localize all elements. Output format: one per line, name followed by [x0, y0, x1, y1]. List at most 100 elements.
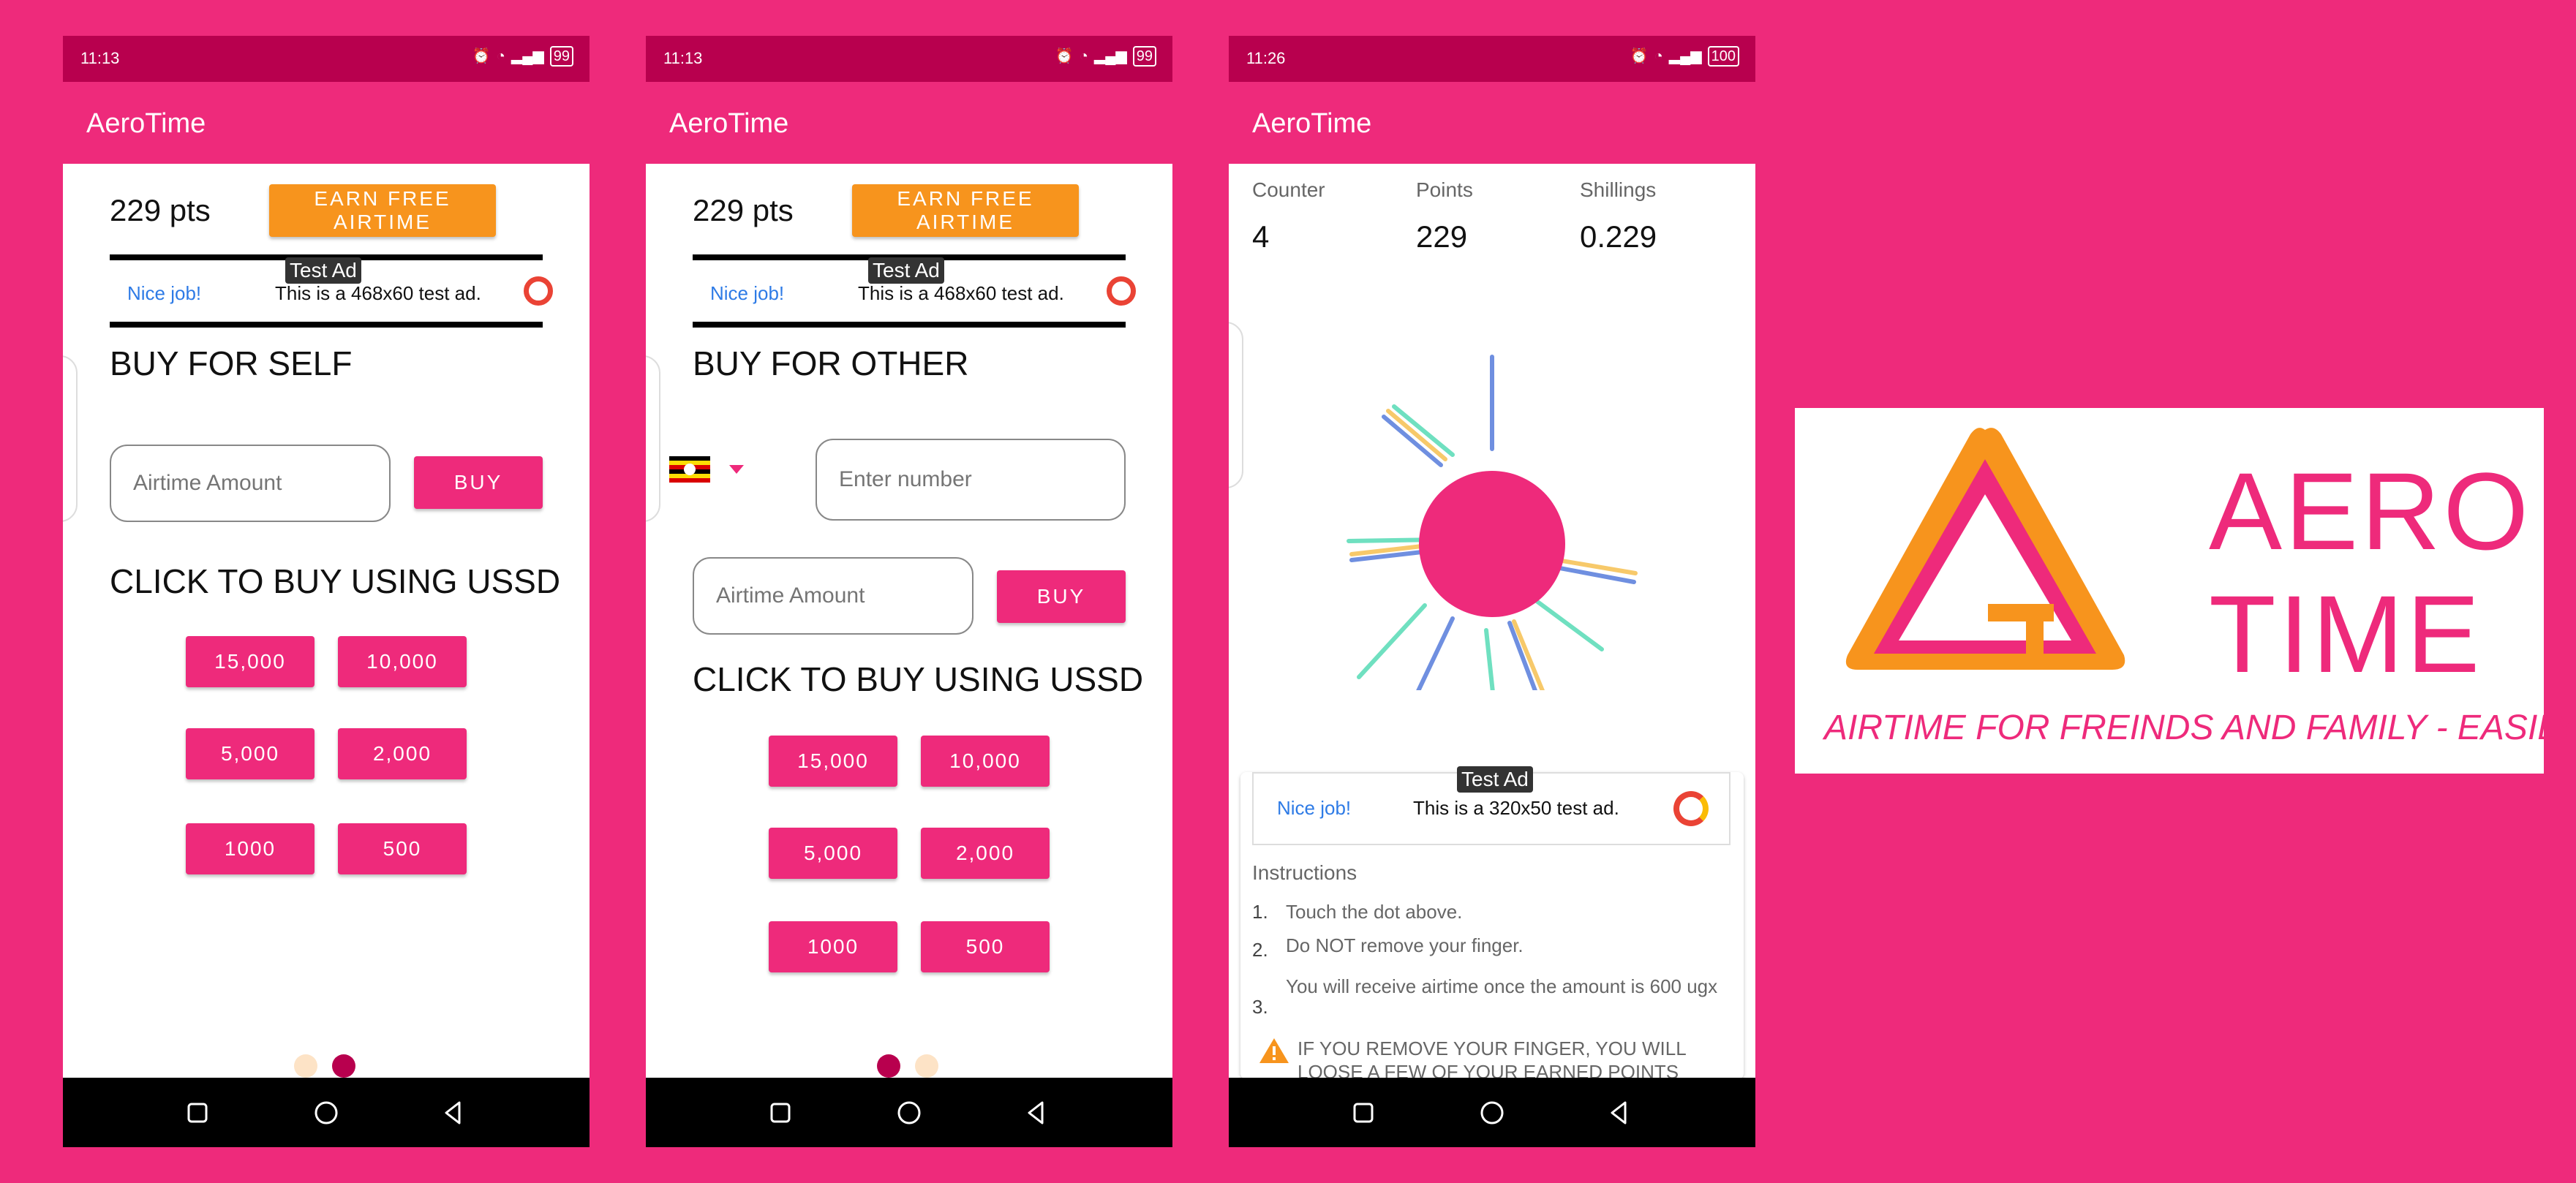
airtime-amount-input[interactable] [693, 557, 973, 635]
warning-text: IF YOU REMOVE YOUR FINGER, YOU WILL LOOS… [1298, 1038, 1686, 1083]
navigation-bar [646, 1078, 1172, 1147]
warning-icon [1259, 1038, 1289, 1063]
status-time: 11:26 [1246, 49, 1286, 67]
phone-screen-earn-points: 11:26 ⏰ ◔ ▂▄▆ 100 AeroTime Counter 4 Poi… [1229, 36, 1755, 1147]
recents-icon[interactable] [1350, 1100, 1376, 1126]
touch-dot-area[interactable] [1287, 295, 1697, 690]
page-edge-peek [646, 355, 660, 522]
recents-icon[interactable] [767, 1100, 794, 1126]
main-content: Counter 4 Points 229 Shillings 0.229 Nic… [1229, 164, 1755, 1083]
points-label: Points [1416, 178, 1473, 201]
wifi-icon: ◔ [1079, 48, 1088, 64]
ad-logo-icon [1673, 791, 1709, 826]
app-bar: AeroTime [1229, 82, 1755, 164]
app-bar: AeroTime [646, 82, 1172, 164]
ussd-button-1000[interactable]: 1000 [186, 823, 315, 874]
navigation-bar [1229, 1078, 1755, 1147]
signal-icon: ▂▄▆ [1668, 48, 1702, 64]
page-indicator-dot[interactable] [294, 1054, 317, 1078]
app-title: AeroTime [86, 108, 206, 139]
phone-number-input[interactable] [816, 439, 1126, 521]
home-icon[interactable] [896, 1100, 922, 1126]
ussd-button-500[interactable]: 500 [338, 823, 467, 874]
buy-button[interactable]: BUY [997, 570, 1126, 623]
battery-icon: 99 [549, 46, 573, 67]
page-indicator-dot-active[interactable] [332, 1054, 355, 1078]
ad-nice-job: Nice job! [1277, 797, 1352, 819]
wifi-icon: ◔ [496, 48, 505, 64]
country-picker[interactable] [669, 440, 751, 499]
ussd-button-500[interactable]: 500 [921, 921, 1050, 972]
ussd-button-2000[interactable]: 2,000 [338, 728, 467, 779]
recents-icon[interactable] [184, 1100, 211, 1126]
counter-value: 4 [1252, 219, 1270, 254]
ussd-button-15000[interactable]: 15,000 [769, 736, 897, 787]
home-icon[interactable] [313, 1100, 339, 1126]
instructions-title: Instructions [1252, 861, 1357, 884]
ussd-button-5000[interactable]: 5,000 [769, 828, 897, 879]
uganda-flag-icon [669, 456, 710, 483]
ad-nice-job: Nice job! [710, 282, 785, 304]
ussd-button-5000[interactable]: 5,000 [186, 728, 315, 779]
instruction-text: You will receive airtime once the amount… [1286, 975, 1718, 997]
main-content: 229 pts EARN FREE AIRTIME Nice job! This… [646, 164, 1172, 1078]
points-value: 229 [1416, 219, 1468, 254]
points-display: 229 pts [110, 193, 211, 227]
buy-button[interactable]: BUY [414, 456, 543, 509]
earn-free-airtime-button[interactable]: EARN FREE AIRTIME [269, 184, 496, 237]
battery-icon: 100 [1707, 46, 1739, 67]
ussd-button-2000[interactable]: 2,000 [921, 828, 1050, 879]
points-display: 229 pts [693, 193, 794, 227]
status-icons: ⏰ ◔ ▂▄▆ 100 [1630, 46, 1739, 67]
status-bar: 11:13 ⏰ ◔ ▂▄▆ 99 [646, 36, 1172, 82]
ad-logo-icon [524, 276, 553, 306]
phone-screen-buy-for-self: 11:13 ⏰ ◔ ▂▄▆ 99 AeroTime 229 pts EARN F… [63, 36, 590, 1147]
brand-banner: AERO TIME AIRTIME FOR FREINDS AND FAMILY… [1795, 408, 2576, 774]
navigation-bar [63, 1078, 590, 1147]
status-icons: ⏰ ◔ ▂▄▆ 99 [472, 46, 573, 67]
counter-label: Counter [1252, 178, 1325, 201]
status-icons: ⏰ ◔ ▂▄▆ 99 [1055, 46, 1156, 67]
ad-text: This is a 320x50 test ad. [1413, 797, 1619, 819]
brand-tagline: AIRTIME FOR FREINDS AND FAMILY - EASILY [1824, 708, 2576, 747]
battery-icon: 99 [1132, 46, 1156, 67]
wifi-icon: ◔ [1654, 48, 1663, 64]
page-indicator-dot[interactable] [915, 1054, 938, 1078]
signal-icon: ▂▄▆ [1093, 48, 1127, 64]
section-heading: BUY FOR SELF [110, 344, 353, 382]
aerotime-logo-icon [1845, 428, 2125, 670]
instruction-number: 1. [1252, 901, 1268, 923]
ussd-button-10000[interactable]: 10,000 [921, 736, 1050, 787]
main-content: 229 pts EARN FREE AIRTIME Nice job! This… [63, 164, 590, 1078]
alarm-icon: ⏰ [1630, 48, 1649, 64]
ussd-heading: CLICK TO BUY USING USSD [693, 660, 1144, 698]
shillings-value: 0.229 [1580, 219, 1657, 254]
ussd-button-10000[interactable]: 10,000 [338, 636, 467, 687]
earn-free-airtime-button[interactable]: EARN FREE AIRTIME [852, 184, 1079, 237]
ussd-button-15000[interactable]: 15,000 [186, 636, 315, 687]
app-bar: AeroTime [63, 82, 590, 164]
back-icon[interactable] [1023, 1100, 1050, 1126]
ussd-button-1000[interactable]: 1000 [769, 921, 897, 972]
page-indicator-dot-active[interactable] [877, 1054, 900, 1078]
back-icon[interactable] [440, 1100, 467, 1126]
ad-nice-job: Nice job! [127, 282, 202, 304]
ad-text: This is a 468x60 test ad. [858, 282, 1064, 304]
instruction-number: 2. [1252, 939, 1268, 961]
home-icon[interactable] [1479, 1100, 1505, 1126]
ad-logo-icon [1107, 276, 1136, 306]
app-title: AeroTime [1252, 108, 1372, 139]
brand-word-aero: AERO [2209, 450, 2532, 572]
status-bar: 11:13 ⏰ ◔ ▂▄▆ 99 [63, 36, 590, 82]
back-icon[interactable] [1606, 1100, 1632, 1126]
airtime-amount-input[interactable] [110, 445, 391, 522]
test-ad-label: Test Ad [868, 257, 944, 284]
test-ad-label: Test Ad [1457, 766, 1533, 793]
brand-word-time: TIME [2209, 572, 2483, 695]
touch-dot[interactable] [1419, 471, 1565, 617]
shillings-label: Shillings [1580, 178, 1657, 201]
status-bar: 11:26 ⏰ ◔ ▂▄▆ 100 [1229, 36, 1755, 82]
test-ad-label: Test Ad [285, 257, 361, 284]
alarm-icon: ⏰ [1055, 48, 1074, 64]
section-heading: BUY FOR OTHER [693, 344, 969, 382]
